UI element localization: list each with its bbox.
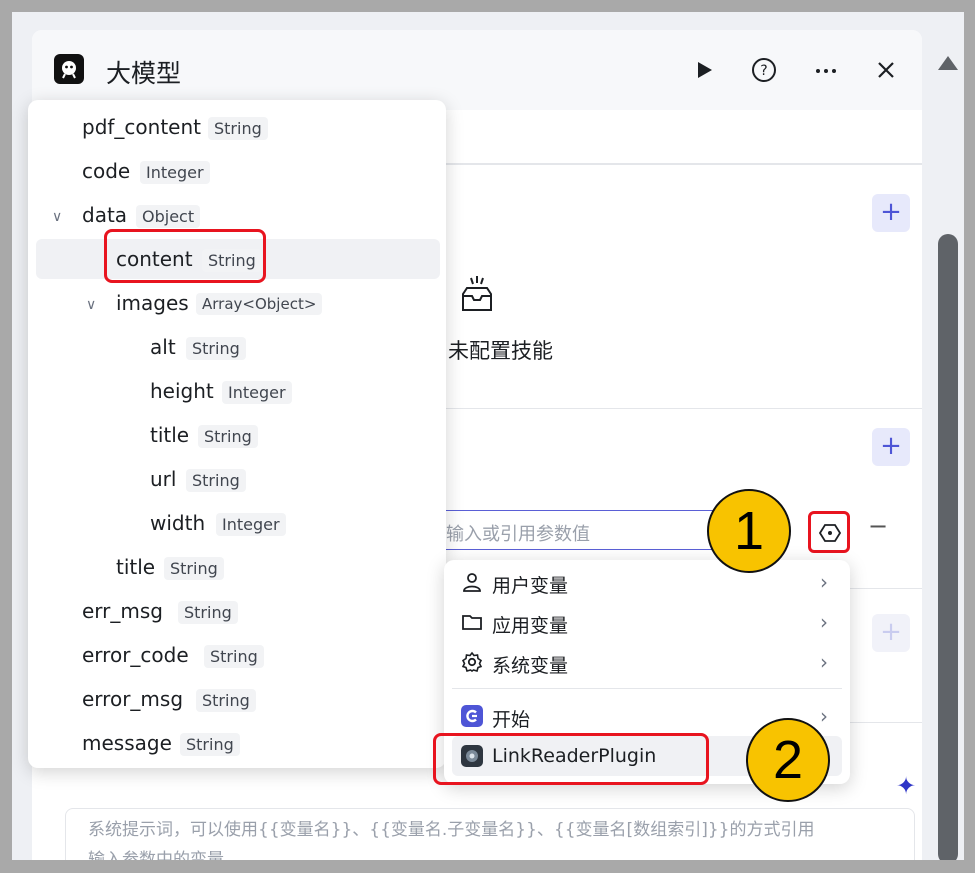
prompt-placeholder-line2: 输入参数中的变量 bbox=[88, 850, 224, 860]
tree-item[interactable]: title String bbox=[36, 547, 440, 587]
page-title: 大模型 bbox=[106, 59, 182, 88]
tree-item-name: title bbox=[150, 423, 190, 447]
tree-item[interactable]: error_code String bbox=[36, 635, 440, 675]
more-icon bbox=[816, 69, 836, 73]
tree-item-type: String bbox=[186, 337, 246, 360]
tree-item-type: String bbox=[186, 469, 246, 492]
menu-item-app-variables[interactable]: 应用变量 › bbox=[452, 602, 842, 642]
step-badge-1: 1 bbox=[707, 489, 791, 573]
sparkle-icon[interactable]: ✦ bbox=[896, 772, 916, 800]
variable-ref-icon bbox=[819, 524, 841, 542]
start-icon bbox=[461, 705, 483, 727]
tree-item[interactable]: error_msg String bbox=[36, 679, 440, 719]
model-icon bbox=[54, 54, 84, 84]
tree-item-type: String bbox=[180, 733, 240, 756]
reference-variable-button[interactable] bbox=[808, 511, 850, 553]
help-button[interactable]: ? bbox=[750, 56, 778, 84]
add-input-button[interactable]: + bbox=[872, 428, 910, 466]
tree-item[interactable]: width Integer bbox=[36, 503, 440, 543]
close-icon bbox=[878, 62, 894, 78]
tree-item-name: width bbox=[150, 511, 206, 535]
scroll-up-arrow[interactable] bbox=[938, 56, 958, 70]
variable-tree-dropdown: pdf_content String code Integer ∨ data O… bbox=[28, 100, 446, 768]
chevron-right-icon: › bbox=[820, 610, 828, 634]
remove-param-button[interactable]: − bbox=[868, 512, 888, 540]
menu-item-label: 应用变量 bbox=[492, 615, 569, 637]
tree-item-type: String bbox=[204, 645, 264, 668]
step-badge-2: 2 bbox=[746, 718, 830, 802]
tree-item-type: String bbox=[208, 117, 268, 140]
tree-item-name: url bbox=[150, 467, 177, 491]
tree-item-name: alt bbox=[150, 335, 176, 359]
tree-item-name: data bbox=[82, 203, 128, 227]
tree-item[interactable]: alt String bbox=[36, 327, 440, 367]
tree-item[interactable]: err_msg String bbox=[36, 591, 440, 631]
tree-item-type: String bbox=[198, 425, 258, 448]
add-output-button[interactable]: + bbox=[872, 614, 910, 652]
tree-item-type: Integer bbox=[140, 161, 210, 184]
svg-text:?: ? bbox=[760, 63, 767, 79]
tree-item-name: message bbox=[82, 731, 172, 755]
tree-item-type: Integer bbox=[222, 381, 292, 404]
chevron-right-icon: › bbox=[820, 570, 828, 594]
run-button[interactable] bbox=[690, 56, 718, 84]
tree-item-name: error_msg bbox=[82, 687, 184, 711]
add-skill-button[interactable]: + bbox=[872, 194, 910, 232]
prompt-placeholder-line1: 系统提示词，可以使用{{变量名}}、{{变量名.子变量名}}、{{变量名[数组索… bbox=[88, 820, 815, 840]
help-icon: ? bbox=[752, 58, 776, 82]
tree-item-type: String bbox=[178, 601, 238, 624]
system-prompt-textarea[interactable]: 系统提示词，可以使用{{变量名}}、{{变量名.子变量名}}、{{变量名[数组索… bbox=[65, 808, 915, 860]
tree-item-type: Object bbox=[136, 205, 201, 228]
gear-icon bbox=[461, 651, 483, 672]
tree-item[interactable]: height Integer bbox=[36, 371, 440, 411]
tree-item[interactable]: message String bbox=[36, 723, 440, 763]
tree-item-name: pdf_content bbox=[82, 115, 202, 139]
tree-item-name: title bbox=[116, 555, 156, 579]
menu-item-user-variables[interactable]: 用户变量 › bbox=[452, 562, 842, 602]
close-button[interactable] bbox=[872, 56, 900, 84]
folder-icon bbox=[462, 615, 482, 630]
tree-item-type: String bbox=[164, 557, 224, 580]
chevron-right-icon: › bbox=[820, 704, 828, 728]
tree-item[interactable]: title String bbox=[36, 415, 440, 455]
menu-item-label: 用户变量 bbox=[492, 575, 569, 597]
more-button[interactable] bbox=[812, 56, 840, 84]
tree-item-name: height bbox=[150, 379, 214, 403]
menu-divider bbox=[452, 688, 842, 689]
highlight-content-row bbox=[104, 229, 266, 283]
scrollbar-thumb[interactable] bbox=[938, 234, 958, 860]
menu-item-system-variables[interactable]: 系统变量 › bbox=[452, 642, 842, 682]
chevron-down-icon[interactable]: ∨ bbox=[86, 297, 96, 313]
tree-item[interactable]: code Integer bbox=[36, 151, 440, 191]
tree-item-name: err_msg bbox=[82, 599, 163, 623]
menu-item-label: 系统变量 bbox=[492, 655, 569, 677]
tree-item-name: images bbox=[116, 291, 189, 315]
tree-item[interactable]: ∨ images Array<Object> bbox=[36, 283, 440, 323]
tree-item[interactable]: pdf_content String bbox=[36, 107, 440, 147]
chevron-down-icon[interactable]: ∨ bbox=[52, 209, 62, 225]
tree-item-name: error_code bbox=[82, 643, 189, 667]
tree-item[interactable]: url String bbox=[36, 459, 440, 499]
menu-item-label: 开始 bbox=[492, 709, 531, 731]
tree-item-name: code bbox=[82, 159, 131, 183]
tree-item-type: String bbox=[196, 689, 256, 712]
inbox-icon bbox=[462, 276, 492, 311]
play-icon bbox=[698, 62, 712, 78]
tree-item-type: Array<Object> bbox=[196, 293, 323, 315]
user-icon bbox=[463, 573, 481, 592]
skills-empty-text: 未配置技能 bbox=[448, 339, 553, 363]
tree-item-type: Integer bbox=[216, 513, 286, 536]
panel-header: 大模型 ? bbox=[32, 30, 922, 110]
highlight-plugin-row bbox=[433, 733, 709, 785]
chevron-right-icon: › bbox=[820, 650, 828, 674]
